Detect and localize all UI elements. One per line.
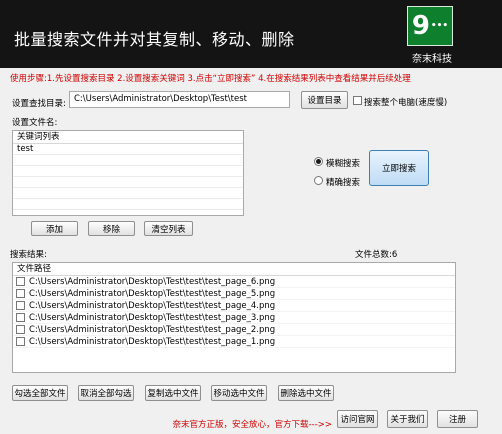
exact-search-label: 精确搜索 (326, 178, 361, 188)
result-row[interactable]: C:\Users\Administrator\Desktop\Test\test… (13, 288, 455, 300)
result-path: C:\Users\Administrator\Desktop\Test\test… (29, 288, 276, 299)
file-total: 文件总数:6 (355, 248, 397, 260)
result-row[interactable]: C:\Users\Administrator\Desktop\Test\test… (13, 312, 455, 324)
radio-selected-dot (316, 159, 321, 164)
search-dir-label: 设置查找目录: (12, 99, 66, 109)
about-button[interactable]: 关于我们 (387, 410, 428, 428)
whole-computer-label: 搜索整个电脑(速度慢) (364, 98, 448, 108)
logo-dots-icon: ••• (430, 21, 449, 31)
keyword-empty-row (13, 166, 243, 177)
result-checkbox[interactable] (16, 313, 25, 322)
remove-keyword-button[interactable]: 移除 (88, 221, 135, 236)
set-dir-button[interactable]: 设置目录 (301, 91, 348, 109)
result-row[interactable]: C:\Users\Administrator\Desktop\Test\test… (13, 336, 455, 348)
search-dir-input[interactable]: C:\Users\Administrator\Desktop\Test\test (69, 91, 290, 108)
results-label: 搜索结果: (10, 250, 47, 260)
delete-selected-button[interactable]: 删除选中文件 (278, 385, 334, 401)
exact-search-radio[interactable] (314, 176, 323, 185)
result-row[interactable]: C:\Users\Administrator\Desktop\Test\test… (13, 324, 455, 336)
clear-list-button[interactable]: 清空列表 (144, 221, 193, 236)
copy-selected-button[interactable]: 复制选中文件 (145, 385, 201, 401)
keyword-empty-row (13, 188, 243, 199)
register-button[interactable]: 注册 (437, 410, 478, 428)
result-checkbox[interactable] (16, 337, 25, 346)
result-checkbox[interactable] (16, 325, 25, 334)
brand-name: 奈末科技 (412, 54, 452, 65)
keyword-list[interactable]: 关键词列表 test (12, 130, 244, 216)
add-keyword-button[interactable]: 添加 (31, 221, 78, 236)
brand-logo: 9 ••• (407, 6, 453, 46)
result-row[interactable]: C:\Users\Administrator\Desktop\Test\test… (13, 276, 455, 288)
result-path: C:\Users\Administrator\Desktop\Test\test… (29, 300, 276, 311)
results-column-header: 文件路径 (13, 263, 455, 276)
result-path: C:\Users\Administrator\Desktop\Test\test… (29, 312, 276, 323)
results-list[interactable]: 文件路径 C:\Users\Administrator\Desktop\Test… (12, 262, 456, 373)
keyword-empty-row (13, 177, 243, 188)
keyword-empty-row (13, 155, 243, 166)
promo-text: 奈末官方正版，安全放心，官方下载--->> (172, 420, 332, 430)
result-path: C:\Users\Administrator\Desktop\Test\test… (29, 324, 276, 335)
whole-computer-checkbox[interactable] (353, 96, 362, 105)
file-total-count: 6 (391, 250, 398, 260)
result-checkbox[interactable] (16, 277, 25, 286)
result-checkbox[interactable] (16, 289, 25, 298)
select-all-button[interactable]: 勾选全部文件 (12, 385, 68, 401)
logo-text: 9 (411, 11, 430, 41)
deselect-all-button[interactable]: 取消全部勾选 (78, 385, 134, 401)
fuzzy-search-label: 模糊搜索 (326, 159, 361, 169)
keyword-item[interactable]: test (13, 144, 243, 155)
usage-instructions: 使用步骤:1.先设置搜索目录 2.设置搜索关键词 3.点击“立即搜索” 4.在搜… (10, 74, 411, 84)
result-path: C:\Users\Administrator\Desktop\Test\test… (29, 276, 276, 287)
result-row[interactable]: C:\Users\Administrator\Desktop\Test\test… (13, 300, 455, 312)
filename-label: 设置文件名: (12, 118, 58, 128)
fuzzy-search-radio[interactable] (314, 157, 323, 166)
result-path: C:\Users\Administrator\Desktop\Test\test… (29, 336, 276, 347)
keyword-empty-row (13, 199, 243, 210)
move-selected-button[interactable]: 移动选中文件 (211, 385, 267, 401)
official-site-button[interactable]: 访问官网 (337, 410, 378, 428)
search-now-button[interactable]: 立即搜索 (369, 150, 429, 186)
file-total-label: 文件总数: (355, 250, 392, 260)
app-title: 批量搜索文件并对其复制、移动、删除 (14, 30, 295, 49)
result-checkbox[interactable] (16, 301, 25, 310)
keyword-list-header: 关键词列表 (13, 131, 243, 144)
